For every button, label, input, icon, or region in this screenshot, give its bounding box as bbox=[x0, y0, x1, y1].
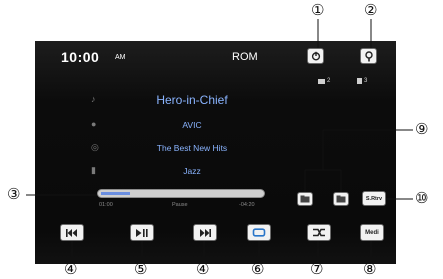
callout-9: ⑨ bbox=[415, 120, 429, 138]
callout-4a: ④ bbox=[64, 260, 78, 278]
callout-2: ② bbox=[364, 1, 378, 19]
callout-10: ⑩ bbox=[415, 189, 429, 207]
callout-lines bbox=[26, 19, 413, 261]
callout-7: ⑦ bbox=[310, 260, 324, 278]
callout-5: ⑤ bbox=[134, 260, 148, 278]
callout-4b: ④ bbox=[196, 260, 210, 278]
callout-8: ⑧ bbox=[363, 260, 377, 278]
callout-1: ① bbox=[311, 1, 325, 19]
callout-6: ⑥ bbox=[251, 260, 265, 278]
callout-3: ③ bbox=[7, 185, 21, 203]
